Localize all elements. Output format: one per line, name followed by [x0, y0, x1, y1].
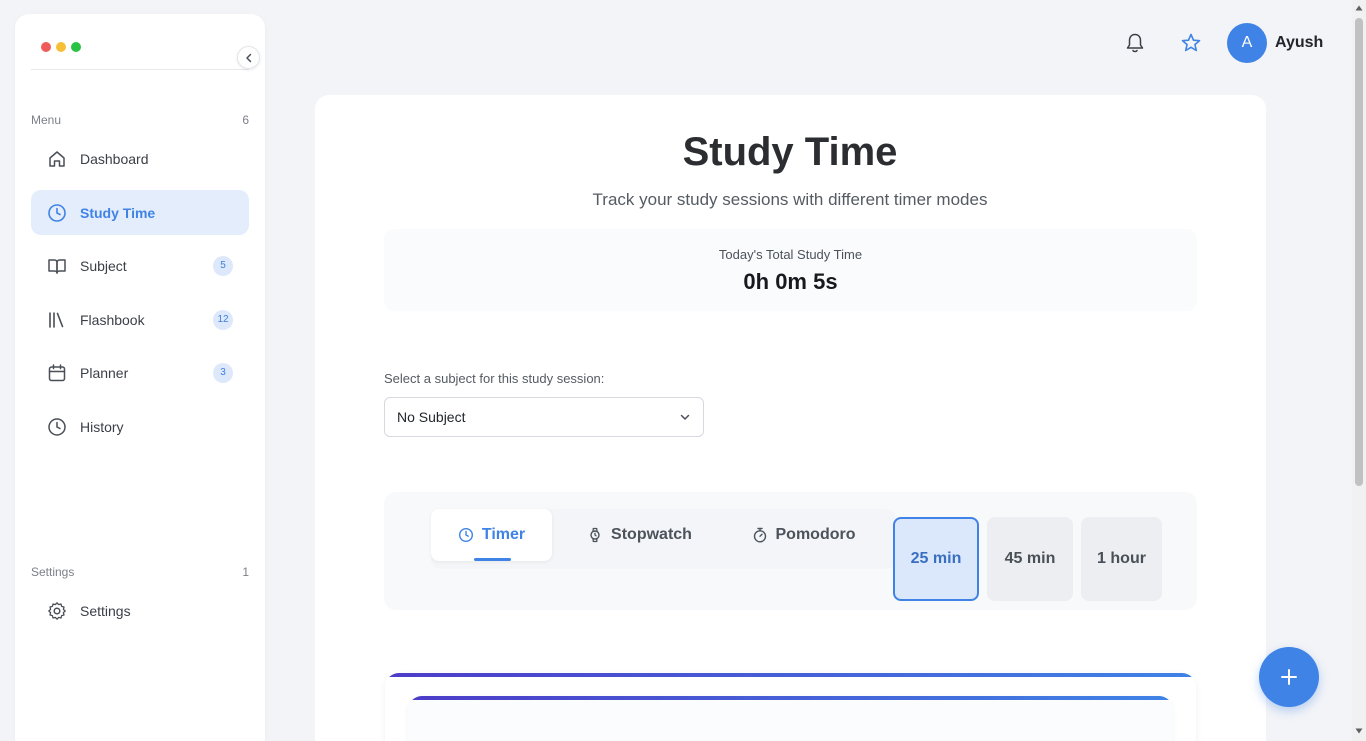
clock-icon	[47, 417, 67, 437]
tab-timer[interactable]: Timer	[431, 509, 552, 561]
menu-label: Menu	[31, 113, 62, 127]
minimize-dot[interactable]	[56, 42, 66, 52]
sidebar-item-settings[interactable]: Settings	[31, 588, 249, 633]
menu-section-header: Menu 6	[31, 113, 249, 127]
scroll-up-arrow[interactable]	[1354, 3, 1364, 13]
avatar[interactable]: A	[1227, 23, 1267, 63]
window-controls	[41, 42, 81, 52]
close-dot[interactable]	[41, 42, 51, 52]
library-icon	[47, 310, 67, 330]
divider	[31, 69, 249, 70]
scroll-down-arrow[interactable]	[1354, 726, 1364, 736]
stopwatch-icon	[753, 527, 766, 543]
count-badge: 5	[213, 255, 233, 276]
sidebar-item-label: Settings	[80, 602, 131, 619]
duration-1-hour-button[interactable]: 1 hour	[1081, 517, 1162, 601]
tab-label: Pomodoro	[775, 526, 856, 543]
clock-icon	[458, 527, 473, 543]
sidebar-item-label: Flashbook	[80, 311, 145, 328]
maximize-dot[interactable]	[71, 42, 81, 52]
settings-section-label: Settings	[31, 565, 75, 579]
today-total-card: Today's Total Study Time 0h 0m 5s	[384, 229, 1197, 311]
sidebar-item-label: Planner	[80, 364, 129, 381]
duration-45-min-button[interactable]: 45 min	[987, 517, 1073, 601]
duration-25-min-button[interactable]: 25 min	[893, 517, 979, 601]
triangle-down-icon	[1355, 728, 1363, 734]
notifications-button[interactable]	[1124, 32, 1146, 54]
bell-icon	[1126, 33, 1144, 53]
page-subtitle: Track your study sessions with different…	[592, 190, 988, 209]
total-label: Today's Total Study Time	[718, 247, 863, 262]
menu-count: 6	[242, 113, 249, 127]
settings-section-header: Settings 1	[31, 565, 249, 579]
page-title: Study Time	[682, 130, 898, 174]
tab-label: Timer	[481, 526, 526, 543]
username[interactable]: Ayush	[1275, 34, 1323, 52]
triangle-up-icon	[1355, 5, 1363, 11]
book-icon	[47, 256, 67, 276]
active-tab-indicator	[474, 558, 511, 561]
watch-icon	[590, 527, 600, 543]
sidebar-item-label: Subject	[80, 257, 127, 274]
subject-select-label: Select a subject for this study session:	[384, 371, 605, 386]
tab-stopwatch[interactable]: Stopwatch	[572, 509, 707, 561]
tab-label: Stopwatch	[611, 526, 692, 543]
settings-count: 1	[242, 565, 249, 579]
collapse-sidebar-button[interactable]	[237, 46, 260, 69]
timer-card-accent	[385, 673, 1196, 677]
count-badge: 12	[213, 309, 233, 330]
count-badge: 3	[213, 362, 233, 383]
subject-select-value: No Subject	[397, 409, 466, 425]
gear-icon	[47, 601, 67, 621]
scrollbar-thumb[interactable]	[1355, 18, 1363, 486]
sidebar-item-subject[interactable]: Subject 5	[31, 243, 249, 288]
sidebar-item-label: History	[80, 418, 124, 435]
total-value: 0h 0m 5s	[743, 269, 838, 294]
sidebar-item-history[interactable]: History	[31, 404, 249, 449]
plus-icon	[1281, 669, 1297, 685]
tab-pomodoro[interactable]: Pomodoro	[735, 509, 872, 561]
chevron-down-icon	[680, 414, 690, 420]
timer-display-accent	[408, 696, 1173, 700]
chevron-left-icon	[245, 53, 251, 62]
subject-select[interactable]: No Subject	[384, 397, 704, 437]
favorites-button[interactable]	[1180, 32, 1202, 54]
calendar-icon	[47, 363, 67, 383]
sidebar-item-flashbook[interactable]: Flashbook 12	[31, 297, 249, 342]
add-button[interactable]	[1259, 647, 1319, 707]
timer-display-card	[408, 696, 1173, 741]
sidebar-item-planner[interactable]: Planner 3	[31, 350, 249, 395]
sidebar: Menu 6 Dashboard Study Time Subject 5 Fl…	[15, 14, 265, 741]
star-icon	[1181, 33, 1201, 52]
